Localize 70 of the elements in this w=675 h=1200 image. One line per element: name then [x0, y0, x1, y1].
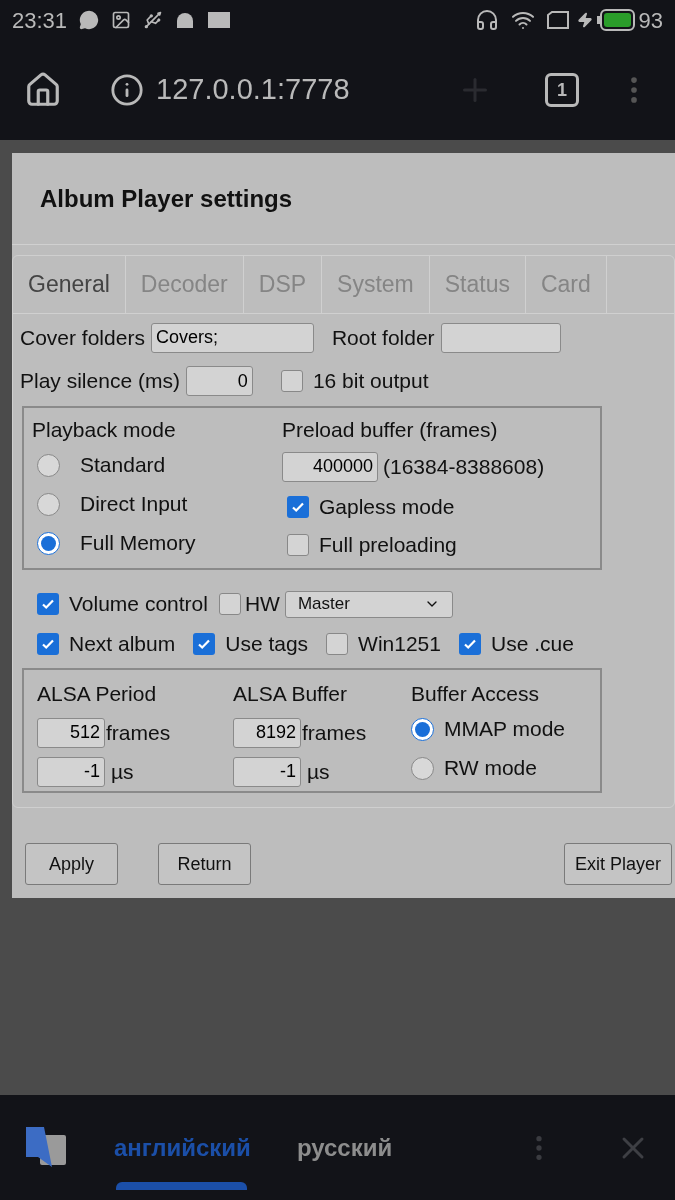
tab[interactable]: General — [13, 256, 126, 313]
battery-icon — [596, 9, 635, 31]
checkbox-label: Full preloading — [319, 531, 457, 558]
group-label: Playback mode — [32, 417, 177, 443]
group-label: Preload buffer (frames) — [282, 417, 499, 443]
info-icon[interactable] — [110, 73, 144, 107]
checkbox[interactable] — [287, 495, 309, 518]
unit-label: frames — [106, 719, 171, 746]
radio-label: Full Memory — [80, 530, 196, 557]
checkbox-label: Gapless mode — [319, 493, 455, 520]
checkbox[interactable] — [287, 533, 309, 556]
radio-label: Direct Input — [80, 491, 188, 518]
checkbox[interactable] — [193, 633, 216, 655]
home-icon[interactable] — [24, 71, 62, 109]
dialog-title: Album Player settings — [40, 183, 293, 214]
radio-button[interactable] — [37, 531, 60, 555]
checkbox-label: Next album — [69, 631, 176, 658]
dialog-button[interactable]: Exit Player — [563, 843, 672, 885]
checkbox-label: 16 bit output — [312, 368, 429, 395]
mixer-select[interactable]: Master — [284, 590, 453, 618]
checkbox[interactable] — [37, 593, 59, 615]
field-label: Play silence (ms) — [20, 368, 180, 395]
radio-label: RW mode — [444, 755, 537, 782]
headphones-icon — [474, 8, 499, 32]
frames-field[interactable]: 512 — [37, 717, 105, 748]
checkbox-label: Use .cue — [491, 631, 574, 658]
field-label: Cover folders — [20, 324, 145, 351]
checkbox[interactable] — [326, 633, 349, 655]
dialog-button[interactable]: Return — [158, 843, 251, 885]
radio-button[interactable] — [411, 717, 434, 741]
checkbox-label: HW — [244, 591, 280, 618]
field-label: Root folder — [331, 324, 435, 351]
usb-icon — [143, 10, 164, 30]
group-label: ALSA Period — [37, 681, 158, 707]
cover-folders-field[interactable]: Covers; — [150, 322, 314, 353]
unit-label: µs — [307, 758, 330, 785]
checkbox[interactable] — [459, 633, 481, 655]
root-folder-field[interactable] — [440, 322, 561, 353]
unit-label: frames — [302, 719, 367, 746]
image-icon — [111, 10, 132, 30]
address-bar[interactable]: 127.0.0.1:7778 — [156, 68, 350, 112]
microseconds-field[interactable]: -1 — [37, 756, 105, 787]
preload-buffer-field[interactable]: 400000 — [282, 451, 378, 482]
status-time: 23:31 — [12, 6, 68, 35]
frames-field[interactable]: 8192 — [233, 717, 301, 748]
group-label: ALSA Buffer — [233, 681, 349, 707]
translate-icon — [24, 1126, 66, 1169]
sim-icon — [546, 11, 569, 29]
radio-button[interactable] — [37, 453, 60, 477]
radio-label: MMAP mode — [444, 716, 565, 743]
play-silence-field[interactable]: 0 — [185, 366, 253, 396]
dialog-button[interactable]: Apply — [25, 843, 118, 885]
radio-label: Standard — [80, 452, 166, 479]
tab-count-button[interactable]: 1 — [545, 73, 579, 107]
checkbox[interactable] — [280, 370, 303, 392]
radio-button[interactable] — [411, 756, 434, 780]
checkbox-label: Win1251 — [358, 631, 441, 658]
charging-icon — [576, 12, 593, 28]
language-tab[interactable]: русский — [296, 1129, 393, 1166]
microseconds-field[interactable]: -1 — [233, 756, 301, 787]
message-icon — [79, 10, 100, 30]
battery-level: 93 — [638, 6, 663, 35]
checkbox-label: Volume control — [69, 591, 208, 618]
checkbox[interactable] — [37, 633, 59, 655]
radio-button[interactable] — [37, 492, 60, 516]
group-label: Buffer Access — [411, 681, 540, 707]
unit-label: µs — [111, 758, 134, 785]
range-hint: (16384-8388608) — [383, 453, 545, 480]
checkbox-label: Use tags — [225, 631, 309, 658]
checkbox[interactable] — [218, 593, 241, 615]
